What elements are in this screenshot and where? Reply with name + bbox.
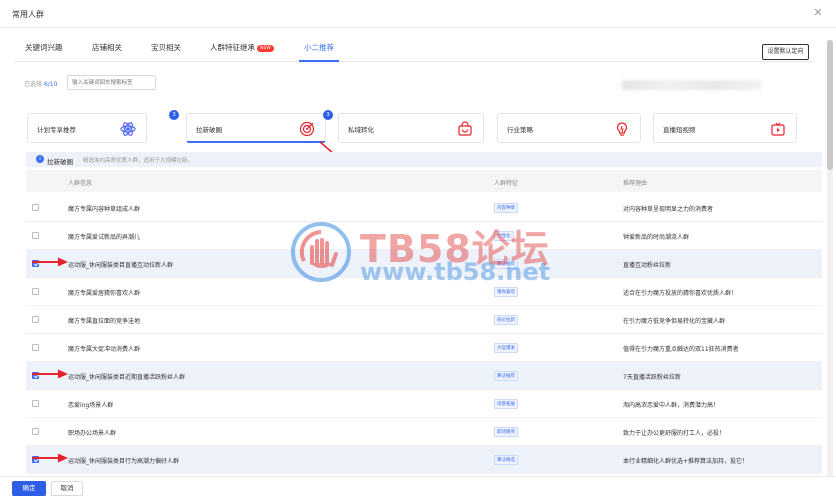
card-label: 私域转化 xyxy=(348,126,374,134)
crowd-name: 魔方专属内容种草组成人群 xyxy=(68,206,141,213)
row-checkbox[interactable] xyxy=(32,232,39,239)
tab-label: 关键词兴趣 xyxy=(25,43,63,52)
crowd-tag: 算法精选 xyxy=(494,455,518,465)
annotation-arrow-icon xyxy=(32,453,68,463)
set-default-button[interactable]: 设置默认定向 xyxy=(762,44,809,60)
crowd-tag: 算法推荐 xyxy=(494,371,518,381)
atom-icon xyxy=(120,122,136,136)
row-checkbox[interactable] xyxy=(32,316,39,323)
table-row[interactable]: 运动服_休闲服装类目行为高潮力偏好人群 算法精选 本行业精细化人群优选+推荐算法加持… xyxy=(26,446,822,474)
table-row[interactable]: 职场办公场景人群 职场精英 致力于让办公更舒服的打工人，必投！ xyxy=(26,418,822,446)
crowd-reason: 淘内高浓恋爱中人群，消费潜力高！ xyxy=(623,402,720,409)
crowd-reason: 对内容种草呈现明显之力的消费者 xyxy=(623,206,714,213)
table-row[interactable]: 魔方专属大促冲动消费人群 大促爆发 值得在引力魔方重点触达的双11狂热消费者 xyxy=(26,334,822,362)
tab-label: 人群特征继承 xyxy=(210,43,255,52)
row-checkbox[interactable] xyxy=(32,204,39,211)
watermark-url: www.tb58.net xyxy=(360,258,551,286)
card-private-domain[interactable]: 私域转化 xyxy=(338,113,484,143)
annotation-arrow-icon xyxy=(32,257,68,267)
crowd-name: 魔方专属直拉面的竞争洼地 xyxy=(68,318,141,325)
table-header: 人群信息 人群特征 推荐理由 xyxy=(26,170,822,192)
bulb-icon xyxy=(616,122,628,136)
tab-keyword-interest[interactable]: 关键词兴趣 xyxy=(25,42,63,62)
scrollbar[interactable] xyxy=(827,40,833,480)
tab-label: 小二推荐 xyxy=(304,43,334,52)
crowd-name: 职场办公场景人群 xyxy=(68,430,117,437)
tab-feature-inherit[interactable]: 人群特征继承 NEW xyxy=(210,42,274,62)
card-badge: 3 xyxy=(323,110,333,120)
header-crowd-feature: 人群特征 xyxy=(494,180,519,187)
tab-staff-recommend[interactable]: 小二推荐 xyxy=(299,42,339,62)
crowd-tag: 内容种草 xyxy=(494,203,518,213)
crowd-name: 魔方专属爱试新品的弄潮儿 xyxy=(68,234,141,241)
info-description: 精选淘内高质优质人群，适用于大规模拉新。 xyxy=(83,158,194,164)
table-row[interactable]: 运动服_休闲服装类目近期直播活跃粉丝人群 算法推荐 7天直播活跃粉丝拉新 xyxy=(26,362,822,390)
info-bar: i 拉新破圈 精选淘内高质优质人群，适用于大规模拉新。 xyxy=(26,152,822,167)
crowd-reason: 值得在引力魔方重点触达的双11狂热消费者 xyxy=(623,346,739,353)
crowd-tag: 低价拉新 xyxy=(494,315,518,325)
card-live-short-video[interactable]: 直播短视频 xyxy=(653,113,797,143)
new-badge: NEW xyxy=(257,45,274,52)
card-label: 拉新破圈 xyxy=(196,126,222,134)
close-icon[interactable]: ✕ xyxy=(812,7,824,19)
video-icon xyxy=(771,122,785,136)
crowd-name: 魔方专属爱居猜你喜欢人群 xyxy=(68,290,141,297)
crowd-dialog: 常用人群 ✕ 关键词兴趣 店铺相关 宝贝相关 人群特征继承 NEW 小二推荐 设置… xyxy=(0,0,836,500)
card-badge: 3 xyxy=(169,110,179,120)
crowd-reason: 直播互动粉丝拉新 xyxy=(623,262,672,269)
crowd-reason: 本行业精细化人群优选+推荐算法加持，投它！ xyxy=(623,458,749,465)
tab-store[interactable]: 店铺相关 xyxy=(92,42,122,62)
card-label: 计划专享推荐 xyxy=(37,126,76,134)
crowd-reason: 致力于让办公更舒服的打工人，必投！ xyxy=(623,430,726,437)
table-row[interactable]: 恋爱ing场景人群 场景拓展 淘内高浓恋爱中人群，消费潜力高！ xyxy=(26,390,822,418)
card-plan-recommend[interactable]: 计划专享推荐 3 xyxy=(27,110,179,143)
bag-icon xyxy=(458,121,472,136)
row-checkbox[interactable] xyxy=(32,400,39,407)
crowd-tag: 猜你喜欢 xyxy=(494,287,518,297)
annotation-arrow-icon xyxy=(32,369,68,379)
crowd-reason: 在引力魔方低竞争但易转化的宝藏人群 xyxy=(623,318,726,325)
tab-item[interactable]: 宝贝相关 xyxy=(151,42,181,62)
card-acquire-new[interactable]: 拉新破圈 3 xyxy=(186,110,333,143)
crowd-reason: 适合在引力魔方投放的猜你喜欢优质人群！ xyxy=(623,290,738,297)
card-label: 行业策略 xyxy=(507,126,533,134)
cancel-button[interactable]: 取消 xyxy=(51,481,83,496)
crowd-reason: 钟爱新品的时尚潮流人群 xyxy=(623,234,690,241)
crowd-tag: 场景拓展 xyxy=(494,399,518,409)
crowd-reason: 7天直播活跃粉丝拉新 xyxy=(623,374,681,381)
tab-label: 宝贝相关 xyxy=(151,43,181,52)
dialog-title-bar: 常用人群 ✕ xyxy=(0,0,836,28)
card-industry-strategy[interactable]: 行业策略 xyxy=(497,113,641,143)
crowd-name: 魔方专属大促冲动消费人群 xyxy=(68,346,141,353)
crowd-name: 恋爱ing场景人群 xyxy=(68,402,114,409)
search-input[interactable] xyxy=(67,75,156,90)
selected-number: 6/10 xyxy=(43,81,58,88)
header-crowd-info: 人群信息 xyxy=(68,180,93,187)
tab-bar: 关键词兴趣 店铺相关 宝贝相关 人群特征继承 NEW 小二推荐 xyxy=(14,36,814,62)
watermark-logo-icon xyxy=(291,222,351,282)
target-icon xyxy=(299,121,315,137)
row-checkbox[interactable] xyxy=(32,344,39,351)
crowd-name: 运动服_休闲服装类目近期直播活跃粉丝人群 xyxy=(68,374,186,381)
row-checkbox[interactable] xyxy=(32,428,39,435)
scroll-thumb[interactable] xyxy=(827,40,833,170)
header-reason: 推荐理由 xyxy=(623,180,648,187)
crowd-tag: 大促爆发 xyxy=(494,343,518,353)
selected-count: 已选择 6/10 xyxy=(24,79,57,88)
dialog-title: 常用人群 xyxy=(12,10,44,19)
crowd-tag: 职场精英 xyxy=(494,427,518,437)
info-title: 拉新破圈 xyxy=(47,157,73,166)
confirm-button[interactable]: 确定 xyxy=(12,481,46,496)
card-label: 直播短视频 xyxy=(663,126,696,134)
table-row[interactable]: 魔方专属直拉面的竞争洼地 低价拉新 在引力魔方低竞争但易转化的宝藏人群 xyxy=(26,306,822,334)
strategy-cards: 计划专享推荐 3 拉新破圈 3 私域转化 行业策略 直播短视频 xyxy=(27,110,817,143)
blurred-region xyxy=(622,80,762,90)
row-checkbox[interactable] xyxy=(32,288,39,295)
crowd-name: 运动服_休闲服装类目行为高潮力偏好人群 xyxy=(68,458,180,465)
dialog-footer: 确定 取消 xyxy=(0,476,836,500)
tab-label: 店铺相关 xyxy=(92,43,122,52)
info-icon: i xyxy=(36,155,44,163)
selected-label: 已选择 xyxy=(24,81,43,88)
crowd-name: 运动服_休闲服装类目直播互动拉新人群 xyxy=(68,262,174,269)
